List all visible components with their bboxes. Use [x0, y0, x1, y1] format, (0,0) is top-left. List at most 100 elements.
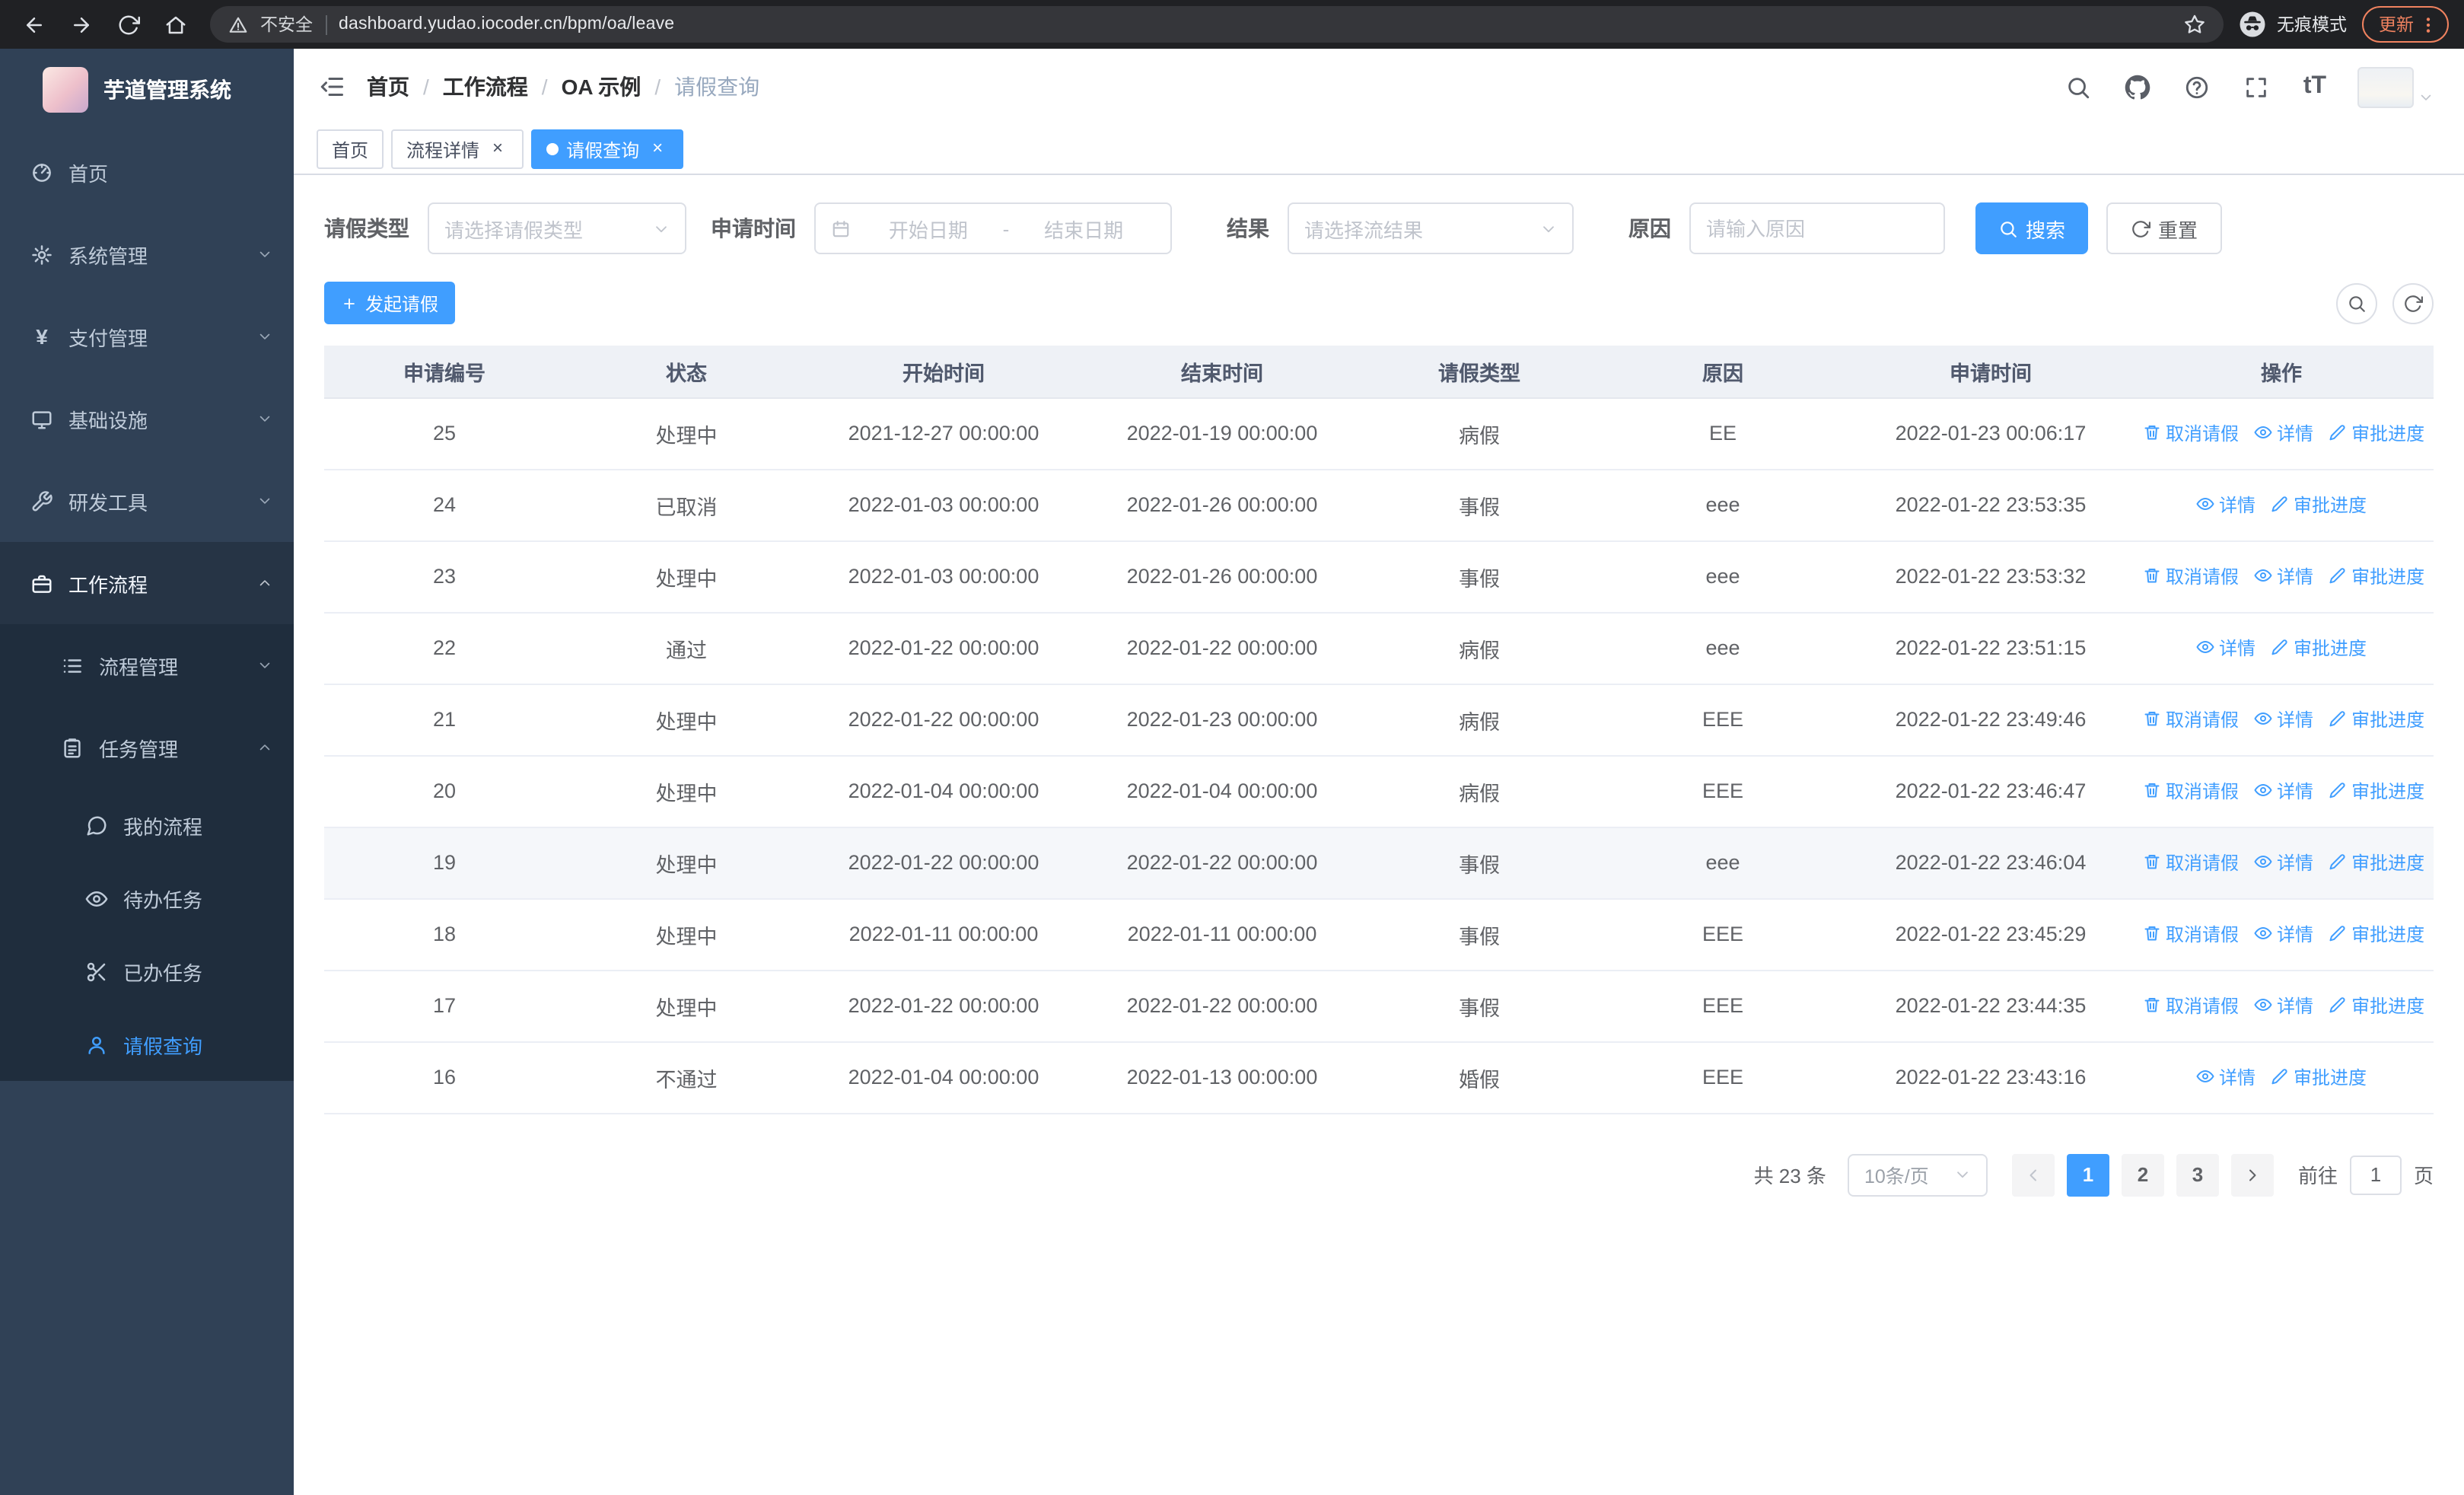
detail-link[interactable]: 详情: [2196, 635, 2255, 661]
approval-progress-link[interactable]: 审批进度: [2329, 993, 2424, 1018]
cancel-leave-link[interactable]: 取消请假: [2143, 850, 2239, 875]
chevron-down-icon: [2418, 89, 2434, 104]
approval-progress-link[interactable]: 审批进度: [2329, 921, 2424, 947]
page-button[interactable]: 3: [2176, 1153, 2219, 1196]
cancel-leave-link[interactable]: 取消请假: [2143, 706, 2239, 732]
leave-type-select[interactable]: 请选择请假类型: [428, 202, 686, 254]
fullscreen-button[interactable]: [2239, 70, 2272, 104]
detail-link[interactable]: 详情: [2254, 993, 2313, 1018]
tab[interactable]: 请假查询 ×: [531, 129, 684, 169]
create-leave-button[interactable]: 发起请假: [324, 282, 456, 324]
approval-progress-link[interactable]: 审批进度: [2329, 850, 2424, 875]
search-toggle-button[interactable]: [2336, 282, 2377, 324]
search-button[interactable]: 搜索: [1975, 202, 2089, 254]
sidebar-item[interactable]: 任务管理: [0, 706, 294, 789]
action-label: 详情: [2218, 1066, 2255, 1089]
page-button[interactable]: 2: [2121, 1153, 2164, 1196]
breadcrumb-item[interactable]: 首页: [367, 72, 409, 102]
tab[interactable]: 流程详情 ×: [391, 129, 524, 169]
tab[interactable]: 首页: [317, 129, 384, 169]
security-label[interactable]: 不安全: [260, 12, 313, 37]
forward-icon: [70, 13, 93, 36]
goto-page-input[interactable]: [2349, 1155, 2402, 1194]
forward-button[interactable]: [62, 5, 100, 43]
approval-progress-link[interactable]: 审批进度: [2329, 563, 2424, 589]
page-button[interactable]: 1: [2066, 1153, 2109, 1196]
apply-time-label: 申请时间: [711, 216, 796, 241]
sidebar-item[interactable]: 待办任务: [0, 862, 294, 935]
approval-progress-link[interactable]: 审批进度: [2329, 778, 2424, 804]
sidebar-item[interactable]: 基础设施: [0, 378, 294, 460]
close-tab-icon[interactable]: ×: [647, 138, 668, 160]
action-label: 详情: [2277, 422, 2314, 445]
table-row: 16 不通过 2022-01-04 00:00:00 2022-01-13 00:00…: [324, 1041, 2434, 1114]
sidebar-item-label: 任务管理: [99, 738, 179, 760]
reset-button-label: 重置: [2158, 218, 2198, 241]
detail-link[interactable]: 详情: [2254, 563, 2313, 589]
detail-link[interactable]: 详情: [2254, 921, 2313, 947]
breadcrumb-item[interactable]: 工作流程: [443, 72, 528, 102]
detail-link[interactable]: 详情: [2254, 420, 2313, 446]
sidebar-item[interactable]: 我的流程: [0, 789, 294, 862]
refresh-list-button[interactable]: [2392, 282, 2434, 324]
result-select[interactable]: 请选择流结果: [1288, 202, 1574, 254]
next-page-button[interactable]: [2230, 1153, 2274, 1196]
sidebar-item[interactable]: ¥ 支付管理: [0, 295, 294, 378]
reason-input[interactable]: [1689, 202, 1945, 254]
approval-progress-link[interactable]: 审批进度: [2271, 492, 2367, 518]
refresh-button[interactable]: [110, 5, 148, 43]
page-size-select[interactable]: 10条/页: [1847, 1153, 1988, 1196]
chevron-up-icon: [257, 575, 272, 591]
search-button[interactable]: [2061, 70, 2094, 104]
detail-link[interactable]: 详情: [2254, 706, 2313, 732]
table-cell-start: 2022-01-03 00:00:00: [808, 469, 1079, 541]
update-browser-button[interactable]: 更新: [2362, 6, 2449, 43]
cancel-leave-link[interactable]: 取消请假: [2143, 563, 2239, 589]
detail-link[interactable]: 详情: [2254, 850, 2313, 875]
cancel-leave-link[interactable]: 取消请假: [2143, 778, 2239, 804]
cancel-leave-link[interactable]: 取消请假: [2143, 420, 2239, 446]
sidebar-collapse-button[interactable]: [318, 73, 345, 100]
github-button[interactable]: [2120, 70, 2154, 104]
approval-progress-link[interactable]: 审批进度: [2271, 1064, 2367, 1090]
chat-icon: [85, 814, 108, 837]
apply-time-range-picker[interactable]: 开始日期 - 结束日期: [814, 202, 1172, 254]
sidebar-item[interactable]: 流程管理: [0, 624, 294, 706]
sidebar-item[interactable]: 系统管理: [0, 213, 294, 295]
detail-link[interactable]: 详情: [2254, 778, 2313, 804]
table-cell-start: 2022-01-22 00:00:00: [808, 827, 1079, 899]
date-start-placeholder: 开始日期: [888, 218, 968, 241]
approval-progress-link[interactable]: 审批进度: [2271, 635, 2367, 661]
sidebar-item-label: 研发工具: [68, 491, 148, 514]
cancel-leave-link[interactable]: 取消请假: [2143, 993, 2239, 1018]
approval-progress-link[interactable]: 审批进度: [2329, 420, 2424, 446]
cancel-leave-link[interactable]: 取消请假: [2143, 921, 2239, 947]
reset-button[interactable]: 重置: [2106, 202, 2223, 254]
table-cell-apply_time: 2022-01-22 23:51:15: [1852, 612, 2129, 684]
help-button[interactable]: [2179, 70, 2213, 104]
user-avatar[interactable]: [2357, 66, 2434, 107]
result-label: 结果: [1227, 216, 1269, 241]
close-tab-icon[interactable]: ×: [487, 138, 508, 160]
sidebar-item[interactable]: 首页: [0, 131, 294, 213]
table-cell-reason: EEE: [1593, 684, 1852, 756]
back-button[interactable]: [15, 5, 53, 43]
sidebar-item[interactable]: 请假查询: [0, 1008, 294, 1081]
prev-page-button[interactable]: [2011, 1153, 2055, 1196]
sidebar-item-label: 流程管理: [99, 655, 179, 678]
approval-progress-link[interactable]: 审批进度: [2329, 706, 2424, 732]
sidebar-item[interactable]: 已办任务: [0, 935, 294, 1008]
breadcrumb-item[interactable]: OA 示例: [562, 72, 641, 102]
sidebar-item[interactable]: 研发工具: [0, 460, 294, 542]
detail-link[interactable]: 详情: [2196, 1064, 2255, 1090]
address-bar[interactable]: 不安全 dashboard.yudao.iocoder.cn/bpm/oa/le…: [210, 6, 2224, 43]
detail-link[interactable]: 详情: [2196, 492, 2255, 518]
browser-menu-dots-icon[interactable]: [2418, 14, 2438, 34]
font-size-button[interactable]: tT: [2298, 70, 2332, 104]
bookmark-star-icon[interactable]: [2184, 14, 2205, 35]
table-cell-id: 19: [324, 827, 565, 899]
logo-avatar: [43, 67, 88, 113]
sidebar-item[interactable]: 工作流程: [0, 542, 294, 624]
home-button[interactable]: [157, 5, 195, 43]
tab-label: 请假查询: [566, 139, 640, 161]
